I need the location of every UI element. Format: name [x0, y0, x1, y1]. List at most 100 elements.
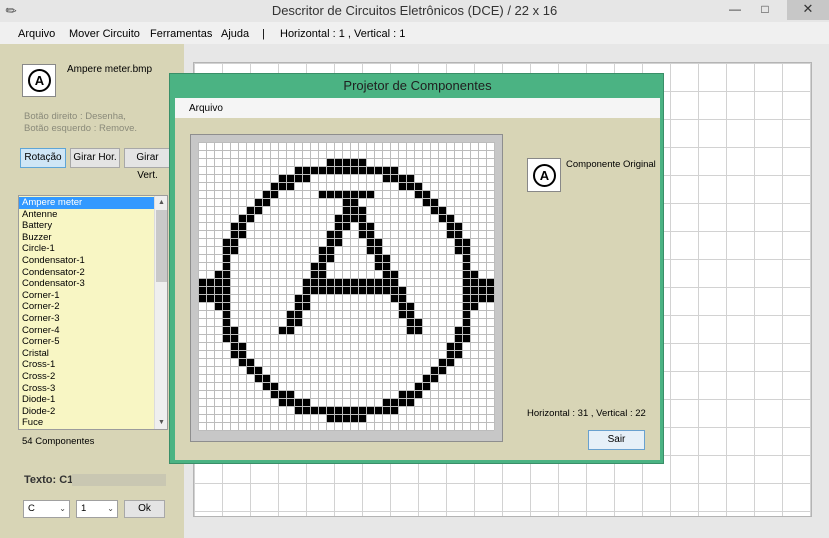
filled-pixel: [446, 230, 454, 238]
dialog-menu-arquivo[interactable]: Arquivo: [189, 103, 223, 114]
menu-ajuda[interactable]: Ajuda: [221, 28, 249, 40]
menu-ferramentas[interactable]: Ferramentas: [150, 28, 212, 40]
scroll-down-icon[interactable]: ▼: [155, 416, 167, 429]
pixel-editor-grid[interactable]: [198, 142, 496, 434]
filled-pixel: [238, 342, 246, 350]
list-scrollbar[interactable]: ▲ ▼: [154, 196, 167, 429]
filled-pixel: [350, 158, 358, 166]
filled-pixel: [206, 294, 214, 302]
filled-pixel: [486, 294, 494, 302]
list-item-ampere-meter[interactable]: Ampere meter: [19, 197, 155, 209]
list-item[interactable]: Cross-1: [19, 359, 155, 371]
list-item[interactable]: Cristal: [19, 348, 155, 360]
filled-pixel: [366, 406, 374, 414]
filled-pixel: [366, 246, 374, 254]
filled-pixel: [390, 174, 398, 182]
filled-pixel: [422, 190, 430, 198]
list-item[interactable]: Fuce: [19, 417, 155, 429]
ok-button[interactable]: Ok: [124, 500, 165, 518]
list-item[interactable]: Antenne: [19, 209, 155, 221]
list-item[interactable]: Condensator-1: [19, 255, 155, 267]
scroll-thumb[interactable]: [156, 210, 167, 282]
filled-pixel: [430, 374, 438, 382]
filled-pixel: [446, 358, 454, 366]
filled-pixel: [342, 166, 350, 174]
filled-pixel: [222, 238, 230, 246]
filled-pixel: [342, 206, 350, 214]
filled-pixel: [406, 398, 414, 406]
filled-pixel: [246, 366, 254, 374]
selected-icon-letter: A: [34, 73, 45, 88]
filled-pixel: [462, 270, 470, 278]
filled-pixel: [374, 238, 382, 246]
filled-pixel: [318, 286, 326, 294]
editor-coordinates: Horizontal : 31 , Vertical : 22: [527, 408, 646, 419]
scroll-up-icon[interactable]: ▲: [155, 196, 167, 209]
maximize-button[interactable]: □: [752, 0, 778, 20]
filled-pixel: [422, 374, 430, 382]
filled-pixel: [366, 190, 374, 198]
filled-pixel: [406, 174, 414, 182]
letter-select-value: C: [28, 503, 35, 514]
filled-pixel: [310, 278, 318, 286]
filled-pixel: [286, 318, 294, 326]
filled-pixel: [358, 214, 366, 222]
filled-pixel: [350, 406, 358, 414]
exit-button[interactable]: Sair: [588, 430, 645, 450]
list-item[interactable]: Cross-2: [19, 371, 155, 383]
filled-pixel: [398, 294, 406, 302]
list-item[interactable]: Corner-1: [19, 290, 155, 302]
filled-pixel: [222, 254, 230, 262]
filled-pixel: [398, 286, 406, 294]
filled-pixel: [238, 350, 246, 358]
list-item[interactable]: Diode-2: [19, 406, 155, 418]
number-select[interactable]: 1 ⌄: [76, 500, 118, 518]
flip-vertical-button[interactable]: Girar Vert.: [124, 148, 171, 181]
filled-pixel: [214, 294, 222, 302]
menu-mover-circuito[interactable]: Mover Circuito: [69, 28, 140, 40]
list-item[interactable]: Condensator-2: [19, 267, 155, 279]
filled-pixel: [222, 310, 230, 318]
filled-pixel: [246, 214, 254, 222]
filled-pixel: [270, 182, 278, 190]
list-item[interactable]: Condensator-3: [19, 278, 155, 290]
filled-pixel: [326, 278, 334, 286]
minimize-button[interactable]: —: [722, 0, 748, 20]
filled-pixel: [318, 270, 326, 278]
filled-pixel: [358, 278, 366, 286]
filled-pixel: [286, 310, 294, 318]
list-item[interactable]: Corner-4: [19, 325, 155, 337]
list-item[interactable]: Circle-1: [19, 243, 155, 255]
list-item[interactable]: Corner-2: [19, 301, 155, 313]
list-item[interactable]: Buzzer: [19, 232, 155, 244]
filled-pixel: [398, 302, 406, 310]
hint-left-click: Botão esquerdo : Remove.: [24, 123, 138, 134]
list-item[interactable]: Battery: [19, 220, 155, 232]
filled-pixel: [262, 198, 270, 206]
component-list[interactable]: Ampere meter Antenne Battery Buzzer Circ…: [18, 195, 168, 430]
filled-pixel: [198, 286, 206, 294]
flip-horizontal-button[interactable]: Girar Hor.: [70, 148, 120, 168]
list-item[interactable]: Corner-5: [19, 336, 155, 348]
list-item[interactable]: Diode-1: [19, 394, 155, 406]
filled-pixel: [462, 254, 470, 262]
list-item[interactable]: Corner-3: [19, 313, 155, 325]
rotate-button[interactable]: Rotação: [20, 148, 66, 168]
filled-pixel: [414, 318, 422, 326]
filled-pixel: [358, 414, 366, 422]
menu-arquivo[interactable]: Arquivo: [18, 28, 55, 40]
filled-pixel: [198, 278, 206, 286]
filled-pixel: [254, 198, 262, 206]
filled-pixel: [294, 174, 302, 182]
close-button[interactable]: ✕: [787, 0, 829, 20]
filled-pixel: [374, 406, 382, 414]
filled-pixel: [342, 198, 350, 206]
filled-pixel: [470, 278, 478, 286]
filled-pixel: [302, 286, 310, 294]
filled-pixel: [406, 326, 414, 334]
text-field[interactable]: [72, 474, 166, 486]
filled-pixel: [462, 246, 470, 254]
filled-pixel: [462, 302, 470, 310]
list-item[interactable]: Cross-3: [19, 383, 155, 395]
letter-select[interactable]: C ⌄: [23, 500, 70, 518]
